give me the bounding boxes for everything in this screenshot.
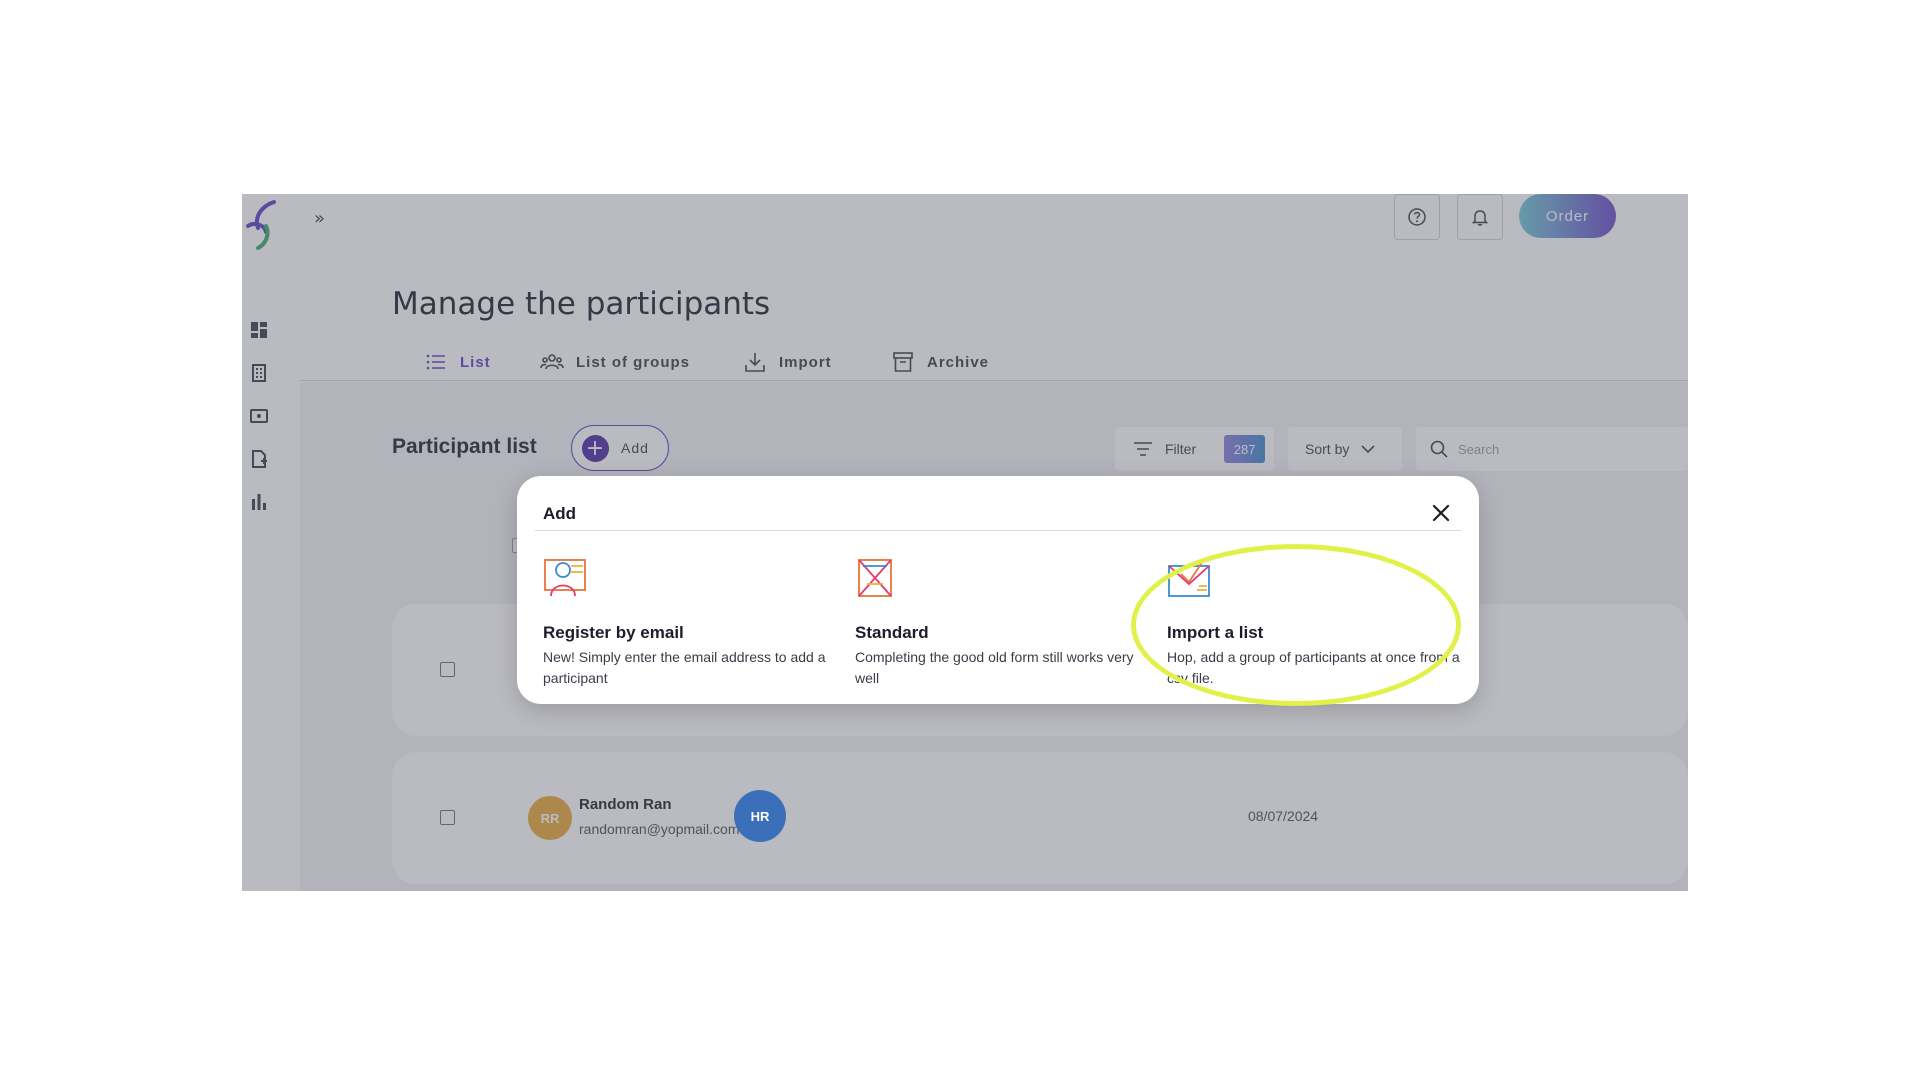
standard-form-icon: [858, 559, 892, 597]
option-description: Completing the good old form still works…: [855, 649, 1134, 686]
modal-divider: [535, 530, 1461, 531]
option-title: Register by email: [543, 623, 684, 642]
option-description: New! Simply enter the email address to a…: [543, 649, 826, 686]
close-icon[interactable]: [1430, 502, 1452, 524]
option-standard[interactable]: Standard Completing the good old form st…: [855, 556, 1155, 689]
app-window: » Order Manage the participants List Lis…: [242, 194, 1688, 891]
highlight-annotation: [1131, 544, 1461, 706]
option-title: Standard: [855, 623, 929, 642]
secondary-avatar: HR: [734, 790, 786, 842]
modal-title: Add: [543, 504, 577, 523]
register-email-icon: [544, 559, 586, 597]
option-register-by-email[interactable]: Register by email New! Simply enter the …: [543, 556, 843, 689]
